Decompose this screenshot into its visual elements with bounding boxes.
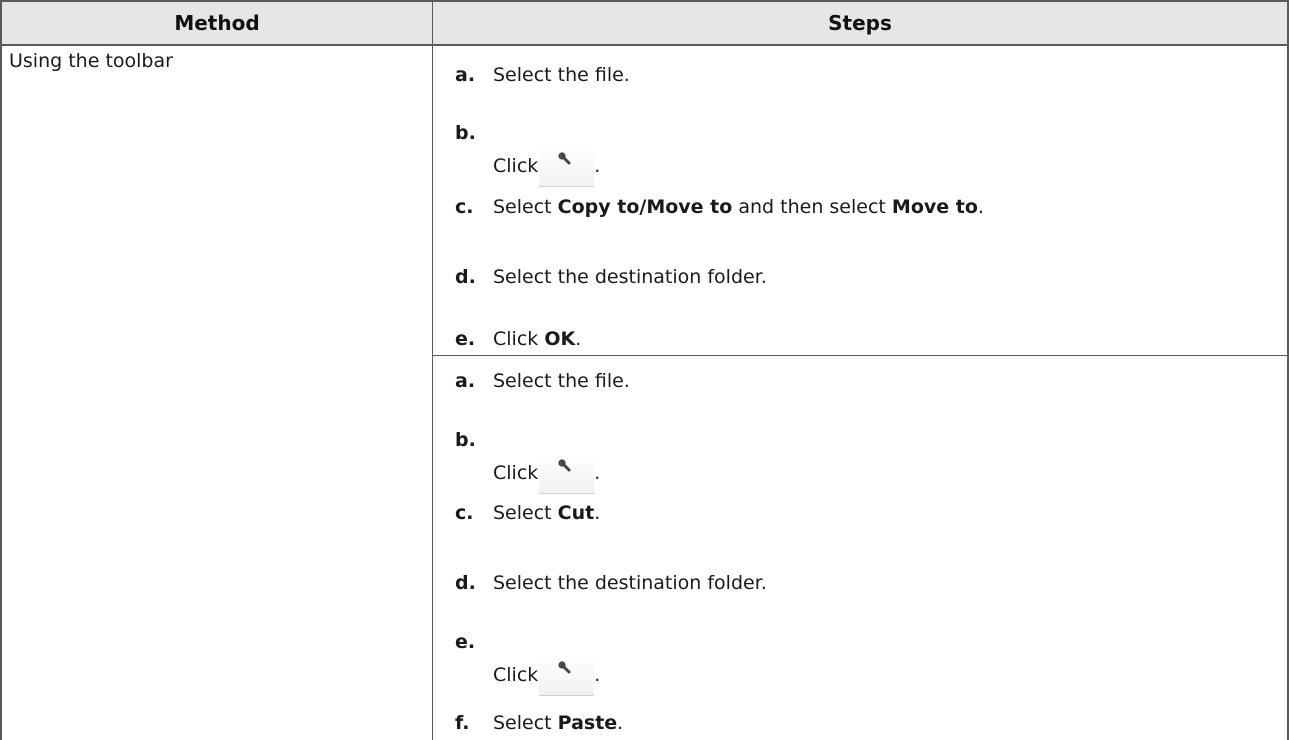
step-letter: b. [455, 429, 476, 451]
step-punct: . [617, 712, 624, 734]
step-text: Select [493, 712, 558, 734]
step-1c: c. Select Copy to/Move to and then select… [455, 192, 984, 222]
step-bold-copy-move: Copy to/Move to [557, 196, 733, 218]
step-text: Select [493, 502, 558, 524]
table-border-top [0, 0, 1289, 2]
step-punct: . [575, 328, 582, 350]
step-punct: . [977, 196, 984, 218]
step-bold-paste: Paste [557, 712, 618, 734]
step-punct: . [594, 502, 601, 524]
step-2a: a. Select the file. [455, 366, 630, 396]
step-bold-cut: Cut [557, 502, 595, 524]
step-1d: d. Select the destination folder. [455, 262, 767, 292]
step-2f: f. Select Paste. [455, 708, 623, 738]
step-letter: e. [455, 631, 476, 653]
table-border-left [0, 0, 2, 740]
column-divider [432, 0, 433, 740]
step-text: Select the file. [493, 64, 630, 86]
step-text: Select the destination folder. [493, 266, 767, 288]
more-actions-button[interactable] [539, 146, 595, 187]
method-cell: Using the toolbar [9, 50, 173, 72]
step-text: Select the destination folder. [493, 572, 767, 594]
step-letter: d. [455, 572, 476, 594]
step-letter: f. [455, 712, 470, 734]
step-letter: d. [455, 266, 476, 288]
wrench-icon [558, 152, 571, 165]
table-header-row: Method Steps [0, 0, 1289, 46]
header-steps: Steps [828, 11, 892, 35]
step-punct: . [594, 155, 601, 177]
step-text: Click [493, 328, 545, 350]
step-text: Click [493, 155, 539, 177]
step-bold-move-to: Move to [891, 196, 978, 218]
step-text: Select the file. [493, 370, 630, 392]
step-letter: a. [455, 64, 476, 86]
step-2c: c. Select Cut. [455, 498, 600, 528]
step-letter: a. [455, 370, 476, 392]
step-letter: c. [455, 196, 474, 218]
methods-table: Method Steps Using the toolbar a. Select … [0, 0, 1289, 740]
step-bold-ok: OK [544, 328, 576, 350]
step-1a: a. Select the file. [455, 60, 630, 90]
step-punct: . [594, 462, 601, 484]
more-actions-button[interactable] [539, 453, 595, 494]
step-letter: b. [455, 122, 476, 144]
step-punct: . [594, 664, 601, 686]
step-text-mid: and then select [732, 196, 892, 218]
step-letter: e. [455, 328, 476, 350]
wrench-icon [558, 459, 571, 472]
step-2d: d. Select the destination folder. [455, 568, 767, 598]
row-divider [433, 355, 1287, 356]
step-text: Click [493, 462, 539, 484]
wrench-icon [558, 661, 571, 674]
step-text: Click [493, 664, 539, 686]
step-1e: e. Click OK. [455, 324, 581, 354]
header-method: Method [174, 11, 260, 35]
more-actions-button[interactable] [539, 655, 595, 696]
step-letter: c. [455, 502, 474, 524]
step-text: Select [493, 196, 558, 218]
